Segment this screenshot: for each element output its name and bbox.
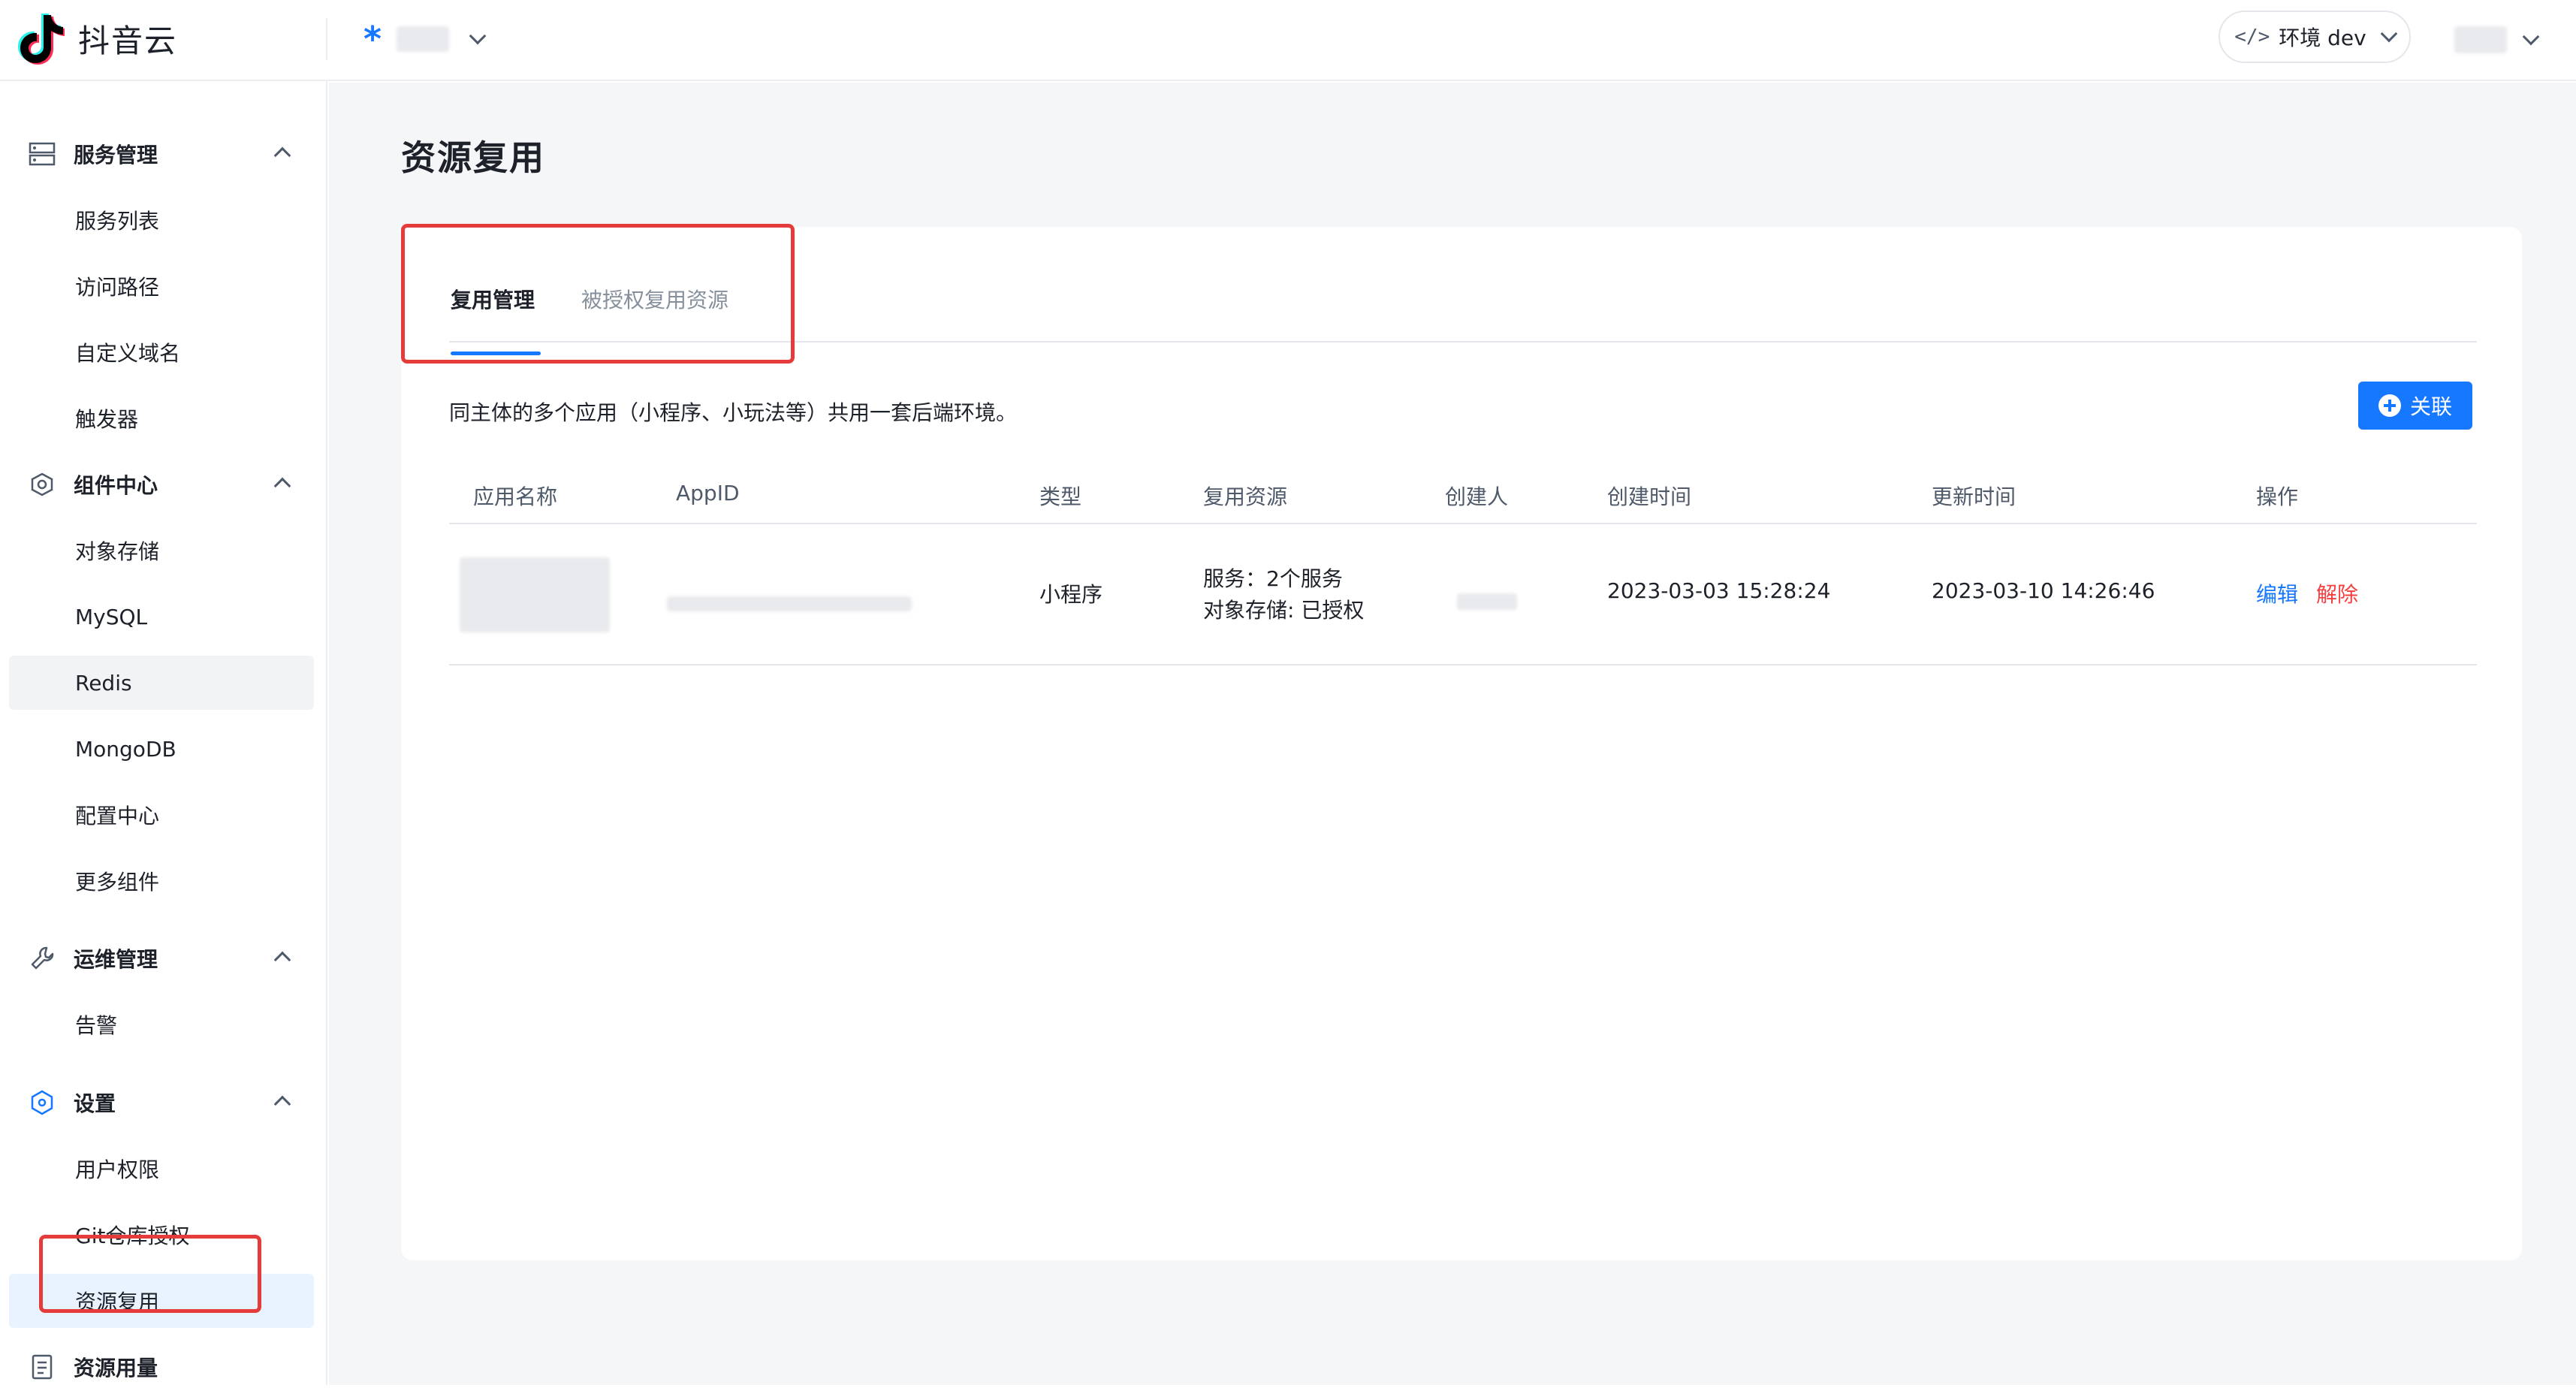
- sidebar-item-trigger[interactable]: 触发器: [9, 391, 314, 445]
- link-button[interactable]: 关联: [2358, 382, 2472, 430]
- cell-resources: 服务：2个服务 对象存储: 已授权: [1203, 563, 1364, 626]
- settings-icon: [27, 1088, 57, 1118]
- brand-name: 抖音云: [78, 22, 178, 59]
- app-name-redacted: [397, 26, 450, 52]
- sidebar-group-service[interactable]: 服务管理: [9, 127, 314, 181]
- col-creator: 创建人: [1445, 484, 1509, 509]
- tab-label: 复用管理: [451, 288, 535, 312]
- sidebar-item-more-components[interactable]: 更多组件: [9, 854, 314, 908]
- top-header: 抖音云 * </> 环境 dev: [0, 0, 2576, 81]
- env-label: 环境 dev: [2279, 26, 2366, 50]
- sidebar-group-label: 组件中心: [74, 473, 158, 498]
- reuse-table: 应用名称 AppID 类型 复用资源 创建人 创建时间 更新时间 操作 小程序 …: [449, 467, 2477, 665]
- unlink-link[interactable]: 解除: [2316, 582, 2358, 607]
- sidebar-item-service-list[interactable]: 服务列表: [9, 193, 314, 247]
- col-type: 类型: [1039, 484, 1082, 509]
- tab-bar: 复用管理 被授权复用资源: [449, 270, 2477, 355]
- sidebar-item-mysql[interactable]: MySQL: [9, 590, 314, 644]
- table-row: 小程序 服务：2个服务 对象存储: 已授权 2023-03-03 15:28:2…: [449, 524, 2477, 665]
- edit-link[interactable]: 编辑: [2256, 582, 2298, 607]
- sidebar-item-redis[interactable]: Redis: [9, 656, 314, 710]
- chevron-up-icon: [273, 951, 291, 969]
- chevron-down-icon: [2380, 25, 2398, 43]
- server-icon: [27, 139, 57, 169]
- creator-redacted: [1457, 593, 1517, 610]
- sidebar-group-label: 运维管理: [74, 947, 158, 972]
- main-content: 资源复用 复用管理 被授权复用资源 同主体的多个应用（小程序、小玩法等）共用一套…: [329, 83, 2576, 1385]
- page-title: 资源复用: [401, 137, 545, 178]
- chevron-down-icon: [2522, 28, 2540, 46]
- wrench-icon: [27, 943, 57, 973]
- sidebar-item-access-path[interactable]: 访问路径: [9, 259, 314, 313]
- sidebar-item-custom-domain[interactable]: 自定义域名: [9, 325, 314, 379]
- appid-redacted: [667, 596, 912, 611]
- douyin-logo-icon: [18, 14, 65, 65]
- sidebar-item-git-auth[interactable]: Git仓库授权: [9, 1208, 314, 1262]
- brand-logo[interactable]: 抖音云: [15, 11, 177, 66]
- sidebar-group-resource-usage[interactable]: 资源用量: [9, 1340, 314, 1394]
- col-created-at: 创建时间: [1607, 484, 1692, 509]
- sidebar-item-object-storage[interactable]: 对象存储: [9, 524, 314, 578]
- link-button-label: 关联: [2409, 395, 2452, 418]
- sidebar-item-mongodb[interactable]: MongoDB: [9, 722, 314, 776]
- sidebar-item-user-permissions[interactable]: 用户权限: [9, 1142, 314, 1196]
- cell-updated-at: 2023-03-10 14:26:46: [1932, 578, 2155, 603]
- chevron-up-icon: [273, 477, 291, 495]
- sidebar-group-ops[interactable]: 运维管理: [9, 931, 314, 985]
- resource-service: 服务：2个服务: [1203, 566, 1343, 591]
- app-name-redacted: [460, 557, 610, 632]
- user-menu[interactable]: [2454, 21, 2540, 59]
- sidebar-group-settings[interactable]: 设置: [9, 1076, 314, 1130]
- col-actions: 操作: [2256, 484, 2299, 509]
- cell-created-at: 2023-03-03 15:28:24: [1607, 578, 1831, 603]
- page-description: 同主体的多个应用（小程序、小玩法等）共用一套后端环境。: [449, 400, 1018, 425]
- chevron-up-icon: [273, 146, 291, 164]
- tab-reuse-management[interactable]: 复用管理: [451, 284, 541, 355]
- col-updated-at: 更新时间: [1932, 484, 2016, 509]
- col-resources: 复用资源: [1203, 484, 1288, 509]
- sidebar-group-components[interactable]: 组件中心: [9, 457, 314, 511]
- app-switcher[interactable]: *: [363, 17, 487, 62]
- sidebar-group-label: 服务管理: [74, 143, 158, 167]
- app-asterisk-icon: *: [363, 19, 382, 59]
- user-name-redacted: [2454, 26, 2507, 53]
- content-card: 复用管理 被授权复用资源 同主体的多个应用（小程序、小玩法等）共用一套后端环境。…: [401, 224, 2522, 1260]
- chevron-down-icon: [469, 27, 487, 45]
- sidebar-item-resource-reuse[interactable]: 资源复用: [9, 1274, 314, 1328]
- tab-active-indicator: [451, 352, 541, 355]
- col-app-name: 应用名称: [473, 484, 558, 509]
- sidebar-item-alerts[interactable]: 告警: [9, 997, 314, 1052]
- code-icon: </>: [2234, 26, 2270, 48]
- col-appid: AppID: [676, 481, 740, 505]
- cell-type: 小程序: [1039, 582, 1103, 607]
- cell-actions: 编辑 解除: [2256, 578, 2358, 608]
- sidebar-group-label: 资源用量: [74, 1356, 158, 1380]
- sidebar-nav: 服务管理 服务列表 访问路径 自定义域名 触发器 组件中心 对象存储 MySQL…: [0, 81, 327, 1385]
- resource-object-storage: 对象存储: 已授权: [1203, 598, 1365, 623]
- sidebar-item-config-center[interactable]: 配置中心: [9, 788, 314, 842]
- chevron-up-icon: [273, 1095, 291, 1113]
- plus-circle-icon: [2378, 394, 2401, 417]
- header-divider: [326, 18, 327, 60]
- table-header: 应用名称 AppID 类型 复用资源 创建人 创建时间 更新时间 操作: [449, 467, 2477, 524]
- env-switcher[interactable]: </> 环境 dev: [2219, 11, 2411, 63]
- component-icon: [27, 469, 57, 499]
- document-icon: [27, 1352, 57, 1382]
- tab-authorized-resources[interactable]: 被授权复用资源: [581, 284, 728, 314]
- sidebar-group-label: 设置: [74, 1091, 116, 1116]
